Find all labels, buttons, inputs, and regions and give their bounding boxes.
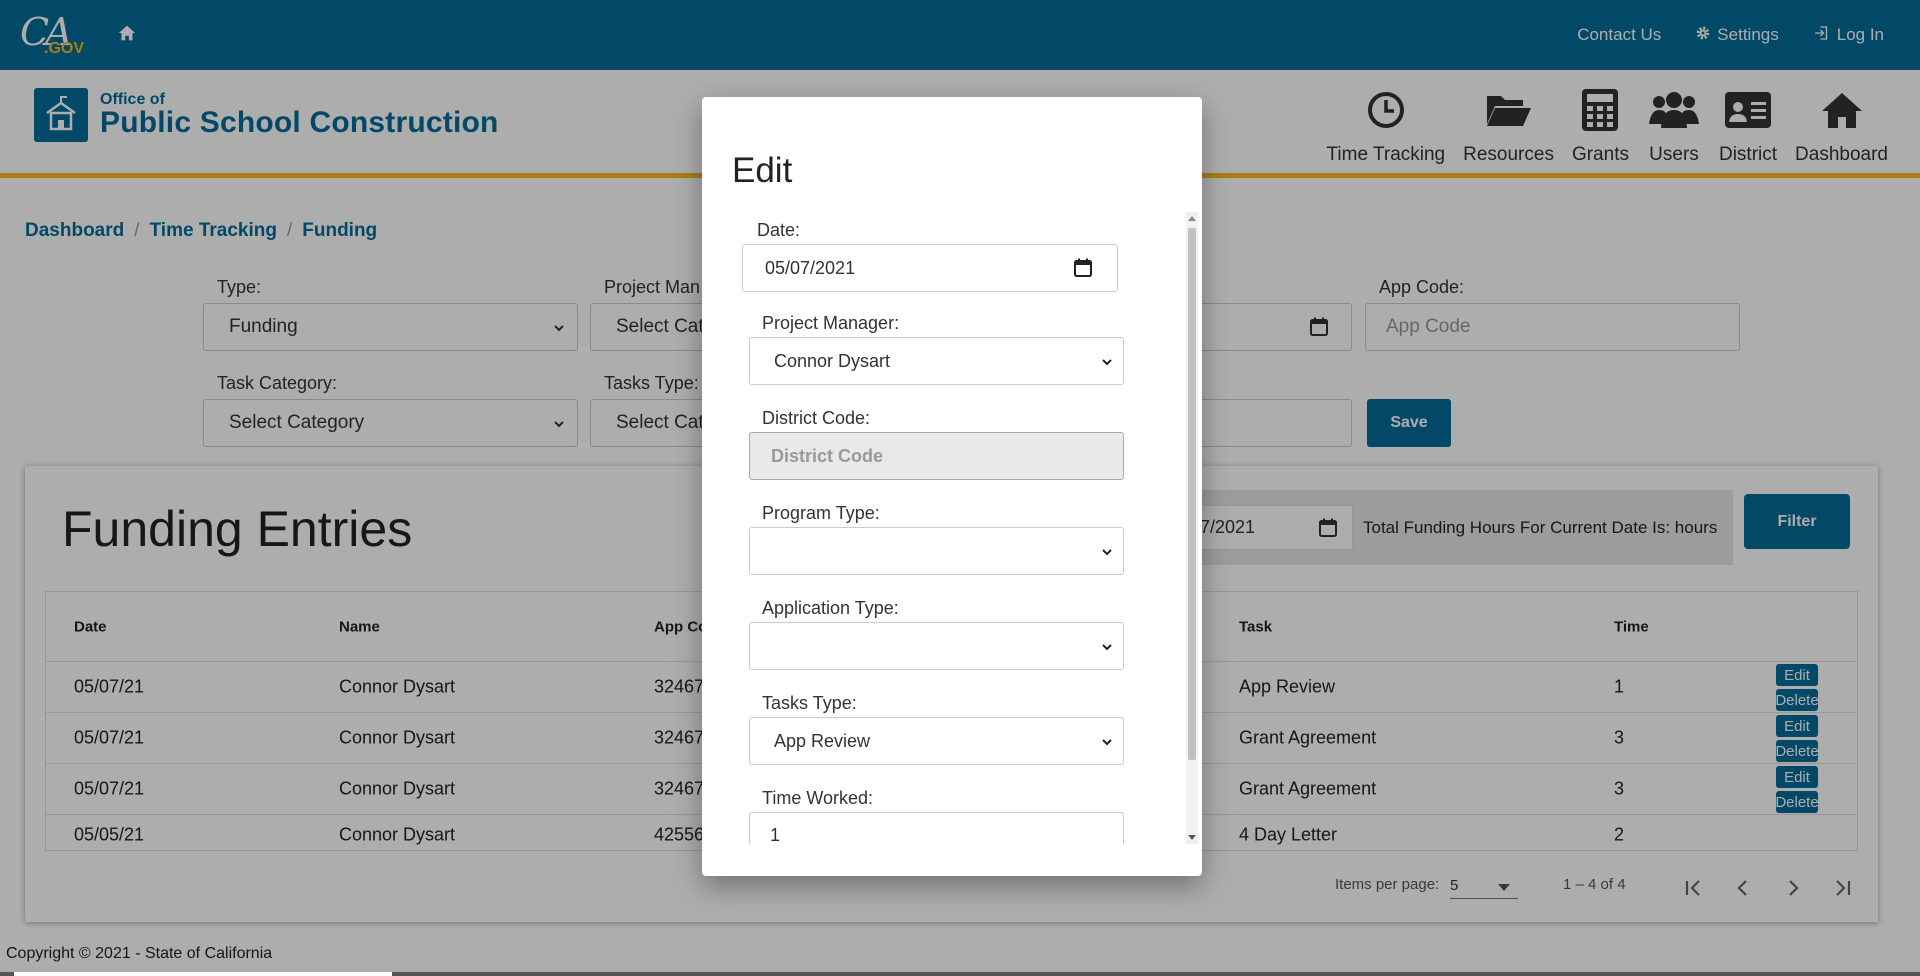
scroll-down-arrow-icon[interactable]	[1188, 835, 1196, 840]
project-manager-select[interactable]: Connor Dysart	[749, 337, 1124, 385]
district-code-label: District Code:	[762, 408, 871, 428]
calendar-icon[interactable]	[1073, 258, 1093, 278]
district-code-placeholder: District Code	[771, 445, 884, 466]
chevron-down-icon	[1102, 359, 1112, 366]
date-input[interactable]: 05/07/2021	[742, 244, 1118, 292]
date-input-value: 05/07/2021	[765, 257, 856, 278]
scroll-up-arrow-icon[interactable]	[1188, 216, 1196, 221]
chevron-down-icon	[1102, 739, 1112, 746]
application-type-select[interactable]	[749, 622, 1124, 670]
tasks-type-value: App Review	[774, 730, 871, 751]
scroll-thumb[interactable]	[1188, 228, 1196, 760]
project-manager-value: Connor Dysart	[774, 350, 891, 371]
edit-dialog: Edit Date: 05/07/2021 Project Manager: C…	[702, 97, 1202, 876]
tasks-type-label: Tasks Type:	[762, 693, 857, 713]
edit-dialog-title: Edit	[732, 151, 793, 190]
district-code-input[interactable]: District Code	[749, 432, 1124, 480]
chevron-down-icon	[1102, 644, 1112, 651]
dialog-scrollbar[interactable]	[1186, 212, 1198, 844]
time-worked-input[interactable]: 1	[749, 812, 1124, 844]
chevron-down-icon	[1102, 549, 1112, 556]
tasks-type-select[interactable]: App Review	[749, 717, 1124, 765]
bottom-edge	[0, 972, 1920, 976]
application-type-label: Application Type:	[762, 598, 899, 618]
program-type-label: Program Type:	[762, 503, 880, 523]
time-worked-value: 1	[770, 825, 781, 844]
program-type-select[interactable]	[749, 527, 1124, 575]
project-manager-label: Project Manager:	[762, 313, 900, 333]
date-label: Date:	[757, 220, 801, 240]
time-worked-label: Time Worked:	[762, 788, 874, 808]
edit-dialog-body: Date: 05/07/2021 Project Manager: Connor…	[702, 213, 1202, 844]
